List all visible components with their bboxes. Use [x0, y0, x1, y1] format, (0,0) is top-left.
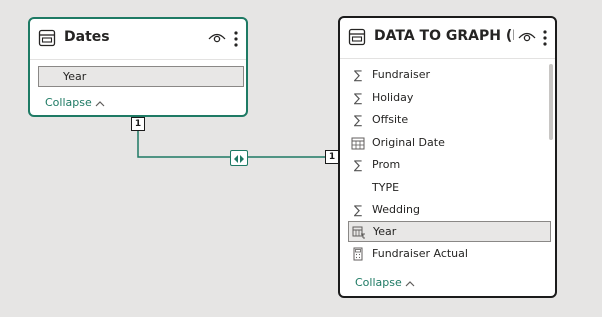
bidirectional-filter-icon[interactable]	[230, 150, 248, 166]
field-label: Year	[63, 70, 87, 83]
field-label: Original Date	[372, 136, 445, 149]
sigma-icon: ∑	[353, 113, 363, 127]
sigma-icon: ∑	[353, 158, 363, 172]
more-options-icon[interactable]	[542, 29, 548, 47]
table-title: Dates	[64, 29, 110, 45]
collapse-button[interactable]: Collapse	[355, 276, 415, 289]
collapse-button[interactable]: Collapse	[45, 96, 105, 109]
table-title: DATA TO GRAPH (DA...	[374, 28, 514, 44]
field-type[interactable]: TYPE	[348, 178, 551, 199]
field-label: Holiday	[372, 91, 414, 104]
sigma-icon: ∑	[353, 203, 363, 217]
data-to-graph-table-card[interactable]: DATA TO GRAPH (DA... ∑ Fundraiser ∑ Holi…	[338, 16, 557, 298]
field-prom[interactable]: ∑ Prom	[348, 155, 551, 176]
cardinality-one-badge-to: 1	[325, 150, 339, 164]
eye-icon[interactable]	[208, 31, 226, 45]
collapse-label: Collapse	[355, 276, 402, 289]
collapse-label: Collapse	[45, 96, 92, 109]
chevron-up-icon	[405, 280, 415, 286]
field-label: Fundraiser	[372, 68, 430, 81]
field-label: Wedding	[372, 203, 420, 216]
field-fundraiser-actual[interactable]: Fundraiser Actual	[348, 244, 551, 265]
field-wedding[interactable]: ∑ Wedding	[348, 200, 551, 221]
date-hierarchy-icon	[352, 226, 365, 239]
card-header[interactable]: Dates	[30, 19, 246, 60]
vertical-scrollbar[interactable]	[549, 64, 553, 140]
sigma-icon: ∑	[353, 91, 363, 105]
field-fundraiser[interactable]: ∑ Fundraiser	[348, 65, 551, 86]
field-year[interactable]: Year	[38, 66, 244, 87]
field-holiday[interactable]: ∑ Holiday	[348, 88, 551, 109]
field-label: Year	[373, 225, 397, 238]
table-icon	[38, 29, 56, 47]
field-original-date[interactable]: Original Date	[348, 133, 551, 154]
field-offsite[interactable]: ∑ Offsite	[348, 110, 551, 131]
chevron-up-icon	[95, 100, 105, 106]
card-header[interactable]: DATA TO GRAPH (DA...	[340, 18, 555, 59]
field-label: Fundraiser Actual	[372, 247, 468, 260]
dates-table-card[interactable]: Dates Year Collapse	[28, 17, 248, 117]
eye-icon[interactable]	[518, 30, 536, 44]
field-label: TYPE	[372, 181, 400, 194]
cardinality-one-badge-from: 1	[131, 117, 145, 131]
table-icon	[348, 28, 366, 46]
more-options-icon[interactable]	[233, 30, 239, 48]
calendar-icon	[351, 137, 365, 150]
field-year[interactable]: Year	[348, 221, 551, 242]
sigma-icon: ∑	[353, 68, 363, 82]
field-label: Prom	[372, 158, 401, 171]
calculator-icon	[353, 247, 363, 261]
field-label: Offsite	[372, 113, 409, 126]
